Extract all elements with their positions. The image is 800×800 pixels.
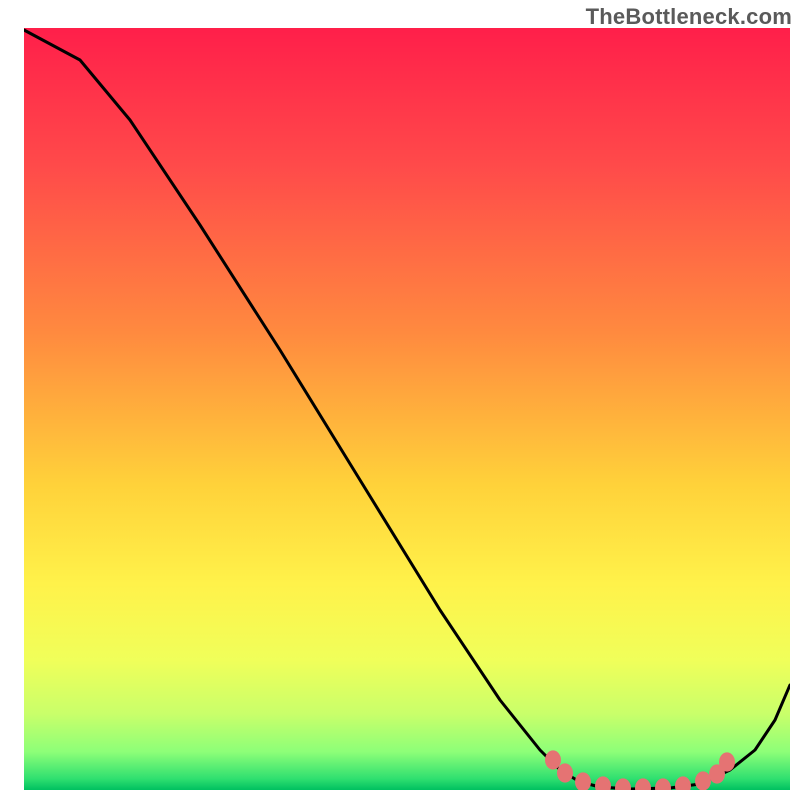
marker-dot <box>545 750 561 769</box>
chart-container: TheBottleneck.com <box>0 0 800 800</box>
marker-dot <box>557 763 573 782</box>
gradient-background <box>24 28 790 790</box>
bottleneck-chart <box>0 0 800 800</box>
marker-dot <box>719 752 735 771</box>
watermark-label: TheBottleneck.com <box>586 4 792 30</box>
marker-dot <box>675 776 691 795</box>
marker-dot <box>595 776 611 795</box>
marker-dot <box>615 778 631 797</box>
marker-dot <box>655 778 671 797</box>
marker-dot <box>635 778 651 797</box>
marker-dot <box>695 771 711 790</box>
marker-dot <box>575 772 591 791</box>
